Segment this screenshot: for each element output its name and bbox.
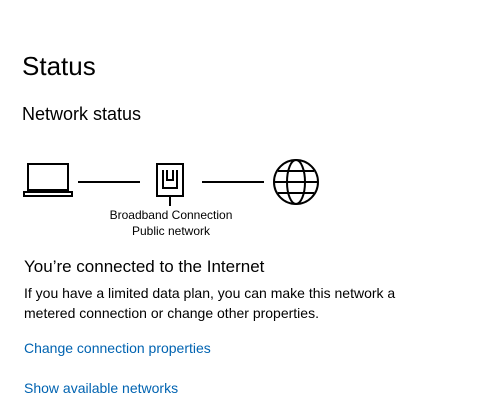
laptop-icon bbox=[22, 162, 74, 202]
network-type: Public network bbox=[131, 224, 211, 238]
page-title: Status bbox=[22, 51, 96, 81]
network-status-heading: Network status bbox=[22, 104, 142, 124]
network-diagram: Broadband Connection Public network bbox=[0, 150, 480, 245]
show-available-networks-link[interactable]: Show available networks bbox=[24, 378, 178, 398]
router-icon bbox=[150, 160, 190, 208]
globe-icon bbox=[268, 156, 324, 212]
connection-name: Broadband Connection bbox=[109, 208, 233, 222]
connection-description: If you have a limited data plan, you can… bbox=[24, 285, 396, 321]
change-connection-properties-link[interactable]: Change connection properties bbox=[24, 338, 211, 358]
connection-line-left bbox=[78, 181, 140, 183]
connection-line-right bbox=[202, 181, 264, 183]
connection-heading: You’re connected to the Internet bbox=[24, 257, 265, 276]
